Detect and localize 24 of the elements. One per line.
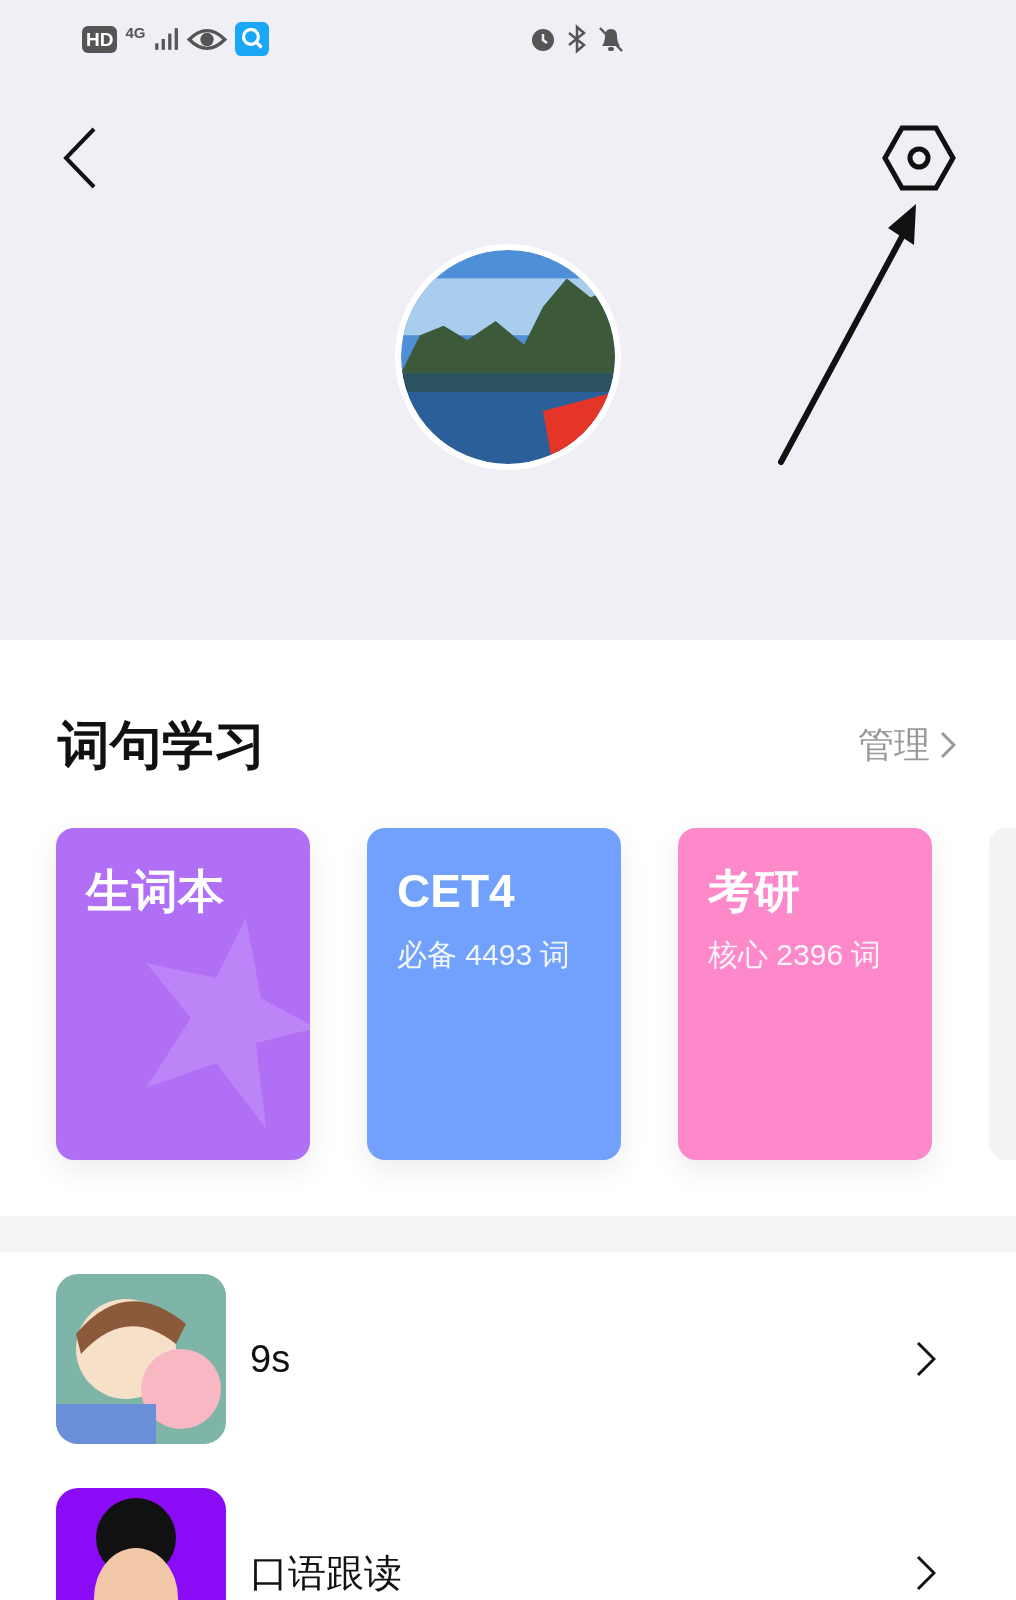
list-item[interactable]: 9s [0, 1252, 1016, 1466]
signal-icon [153, 26, 180, 52]
chevron-icon [916, 1555, 936, 1591]
chevron-icon [940, 731, 956, 759]
item-title: 口语跟读 [250, 1551, 403, 1595]
book-card[interactable]: 生词本 [56, 828, 310, 1160]
item-title: 9s [250, 1337, 292, 1381]
star-icon [146, 918, 310, 1128]
card-title: CET4 [397, 868, 515, 914]
card-subtitle: 核心 2396 词 [708, 940, 882, 970]
chevron-icon [916, 1341, 936, 1377]
manage-link[interactable]: 管理 [858, 718, 956, 772]
card-title: 生词本 [86, 868, 224, 914]
hd-badge: HD [82, 25, 118, 53]
section-title: 词句学习 [58, 715, 266, 776]
book-card[interactable]: 考研 核心 2396 词 [678, 828, 932, 1160]
list-item[interactable]: 口语跟读 [0, 1466, 1016, 1600]
book-card[interactable]: CET4 必备 4493 词 [367, 828, 621, 1160]
network-label: 4G [125, 24, 146, 40]
card-subtitle: 必备 4493 词 [397, 940, 571, 970]
card-title: 考研 [708, 868, 800, 914]
search-icon [235, 22, 270, 56]
bluetooth-icon [566, 24, 588, 54]
settings-icon[interactable] [882, 125, 956, 191]
